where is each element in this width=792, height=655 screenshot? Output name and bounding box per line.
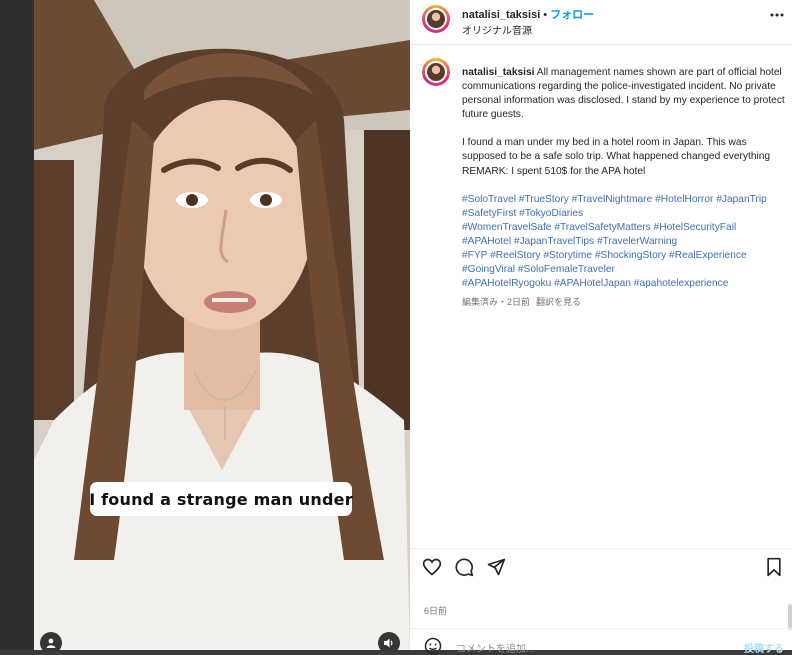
bookmark-icon — [767, 557, 781, 577]
tagged-user-button[interactable] — [40, 632, 62, 650]
author-username[interactable]: natalisi_taksisi — [462, 9, 540, 21]
more-horizontal-icon — [770, 13, 784, 17]
audio-link[interactable]: オリジナル音源 — [462, 22, 532, 37]
left-gutter — [0, 0, 34, 650]
post-date: 6日前 — [424, 606, 448, 616]
author-line: natalisi_taksisi • フォロー — [462, 6, 594, 22]
user-tag-icon — [46, 638, 56, 648]
heart-icon — [422, 558, 442, 576]
video-frame — [34, 0, 410, 650]
comment-button[interactable] — [454, 557, 474, 577]
hashtag-line[interactable]: #APAHotel #JapanTravelTips #TravelerWarn… — [462, 235, 792, 249]
hashtag-line[interactable]: #APAHotelRyogoku #APAHotelJapan #apahote… — [462, 277, 792, 291]
edited-time: 編集済み・2日前 — [462, 297, 531, 308]
caption-meta: 編集済み・2日前 翻訳を見る — [462, 295, 792, 309]
emoji-icon[interactable] — [424, 637, 442, 655]
video-subtitle: I found a strange man under — [89, 482, 353, 516]
caption-paragraph-2: I found a man under my bed in a hotel ro… — [462, 137, 771, 163]
hashtag-line[interactable]: #SoloTravel #TrueStory #TravelNightmare … — [462, 193, 792, 207]
video-player[interactable]: I found a strange man under — [34, 0, 410, 650]
caption-body: natalisi_taksisi All management names sh… — [462, 66, 792, 309]
comment-input[interactable]: コメントを追加... — [456, 640, 534, 655]
comment-bar: コメントを追加... 投稿する — [410, 628, 792, 655]
mute-button[interactable] — [378, 632, 400, 650]
caption-paragraph-1: natalisi_taksisi All management names sh… — [462, 66, 792, 122]
hashtag-line[interactable]: #GoingViral #SoloFemaleTraveler — [462, 263, 792, 277]
like-button[interactable] — [422, 557, 442, 577]
send-icon — [487, 558, 506, 576]
separator-dot: • — [543, 9, 548, 21]
see-translation-link[interactable]: 翻訳を見る — [536, 297, 581, 307]
share-button[interactable] — [486, 557, 506, 577]
hashtag-line[interactable]: #SafetyFirst #TokyoDiaries — [462, 207, 792, 221]
more-options-button[interactable] — [770, 8, 784, 25]
hashtag-list: #SoloTravel #TrueStory #TravelNightmare … — [462, 193, 792, 292]
caption-paragraph-3: REMARK: I spent 510$ for the APA hotel — [462, 165, 646, 177]
hashtag-line[interactable]: #WomenTravelSafe #TravelSafetyMatters #H… — [462, 221, 792, 235]
caption-username[interactable]: natalisi_taksisi — [462, 67, 535, 78]
post-header: natalisi_taksisi • フォロー オリジナル音源 — [410, 0, 792, 45]
follow-button[interactable]: フォロー — [550, 9, 594, 21]
post-comment-button[interactable]: 投稿する — [744, 640, 784, 655]
save-button[interactable] — [764, 557, 784, 577]
scrollbar[interactable] — [788, 604, 792, 630]
caption-avatar[interactable] — [422, 58, 450, 86]
hashtag-line[interactable]: #FYP #ReelStory #Storytime #ShockingStor… — [462, 249, 792, 263]
comment-icon — [455, 558, 474, 577]
post-panel: natalisi_taksisi • フォロー オリジナル音源 natalisi_t… — [410, 0, 792, 655]
action-bar — [410, 548, 792, 583]
speaker-icon — [384, 638, 393, 648]
author-avatar[interactable] — [422, 5, 450, 33]
